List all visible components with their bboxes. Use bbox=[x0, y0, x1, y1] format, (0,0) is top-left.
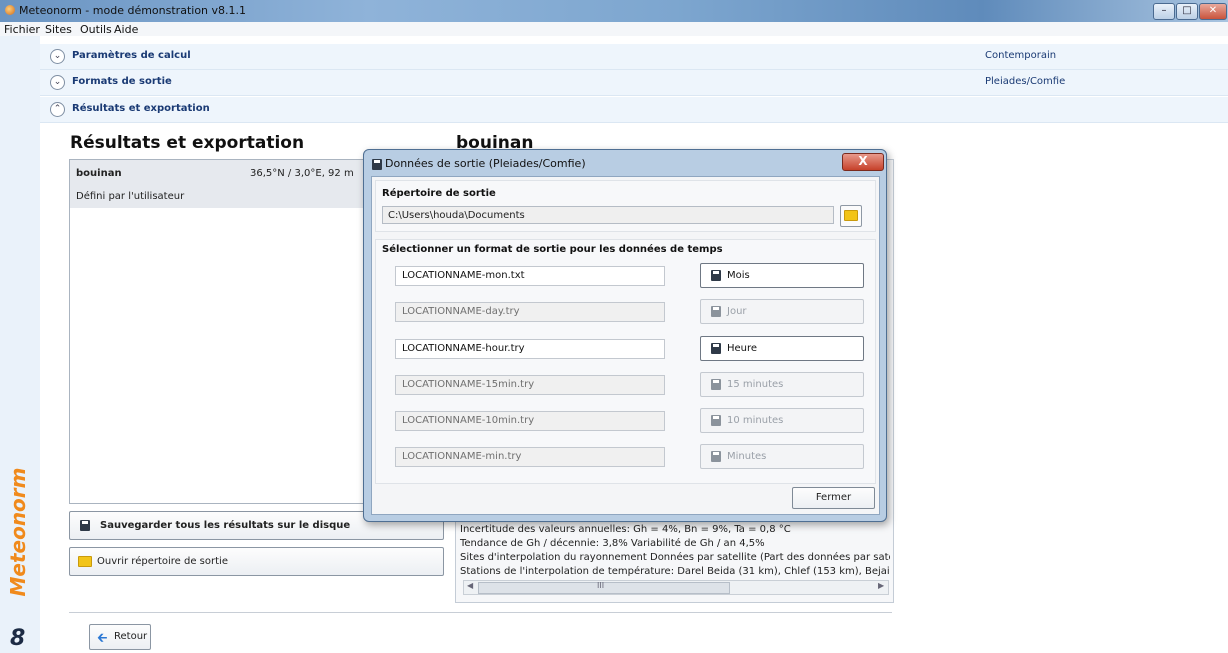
format-label: Sélectionner un format de sortie pour le… bbox=[382, 244, 723, 255]
brand-name: Meteonorm bbox=[6, 467, 30, 597]
window-title: Meteonorm - mode démonstration v8.1.1 bbox=[19, 4, 247, 17]
site-type: Défini par l'utilisateur bbox=[76, 191, 185, 202]
chevron-up-icon[interactable]: ⌃ bbox=[50, 102, 65, 117]
back-button[interactable]: 🡰 Retour bbox=[89, 624, 151, 650]
dialog-title: Données de sortie (Pleiades/Comfie) bbox=[385, 157, 586, 170]
expander-label: Formats de sortie bbox=[72, 76, 172, 87]
menu-bar: Fichier Sites Outils Aide bbox=[0, 22, 1228, 36]
results-heading: Résultats et exportation bbox=[70, 133, 305, 153]
app-icon bbox=[5, 5, 15, 15]
filename-field-15min[interactable]: LOCATIONNAME-15min.try bbox=[395, 375, 665, 395]
expander-label: Résultats et exportation bbox=[72, 103, 210, 114]
output-dir-field[interactable]: C:\Users\houda\Documents bbox=[382, 206, 834, 224]
chevron-down-icon[interactable]: ⌄ bbox=[50, 75, 65, 90]
format-button-label: Minutes bbox=[727, 451, 767, 462]
filename-field-day[interactable]: LOCATIONNAME-day.try bbox=[395, 302, 665, 322]
format-button-heure[interactable]: Heure bbox=[700, 336, 864, 361]
disk-icon bbox=[711, 415, 721, 426]
dialog-body: Répertoire de sortie C:\Users\houda\Docu… bbox=[371, 176, 880, 515]
minimize-button[interactable]: – bbox=[1153, 3, 1175, 20]
format-button-label: Jour bbox=[727, 306, 747, 317]
menu-fichier[interactable]: Fichier bbox=[4, 23, 40, 36]
fermer-button[interactable]: Fermer bbox=[792, 487, 875, 509]
format-button-label: Mois bbox=[727, 270, 750, 281]
menu-outils[interactable]: Outils bbox=[80, 23, 112, 36]
scroll-right-icon[interactable]: ▶ bbox=[878, 581, 884, 590]
disk-icon bbox=[711, 343, 721, 354]
output-dir-group: Répertoire de sortie C:\Users\houda\Docu… bbox=[375, 180, 876, 232]
scroll-grip: III bbox=[597, 581, 605, 590]
format-button-label: 10 minutes bbox=[727, 415, 784, 426]
open-output-dir-button[interactable]: Ouvrir répertoire de sortie bbox=[69, 547, 444, 576]
divider bbox=[69, 612, 892, 613]
expander-formats-sortie[interactable]: ⌄ Formats de sortie Pleiades/Comfie bbox=[40, 70, 1228, 96]
format-button-minutes[interactable]: Minutes bbox=[700, 444, 864, 469]
folder-icon bbox=[78, 556, 92, 567]
filename-field-10min[interactable]: LOCATIONNAME-10min.try bbox=[395, 411, 665, 431]
horizontal-scrollbar[interactable]: ◀ III ▶ bbox=[463, 580, 889, 595]
menu-sites[interactable]: Sites bbox=[45, 23, 72, 36]
info-line: Sites d'interpolation du rayonnement Don… bbox=[460, 552, 890, 563]
window-close-button[interactable]: ✕ bbox=[1199, 3, 1227, 20]
output-dialog: Données de sortie (Pleiades/Comfie) X Ré… bbox=[363, 149, 887, 522]
info-line: Stations de l'interpolation de températu… bbox=[460, 566, 890, 577]
expander-value: Pleiades/Comfie bbox=[985, 76, 1066, 87]
format-button-mois[interactable]: Mois bbox=[700, 263, 864, 288]
filename-field-hour[interactable]: LOCATIONNAME-hour.try bbox=[395, 339, 665, 359]
expander-parametres-calcul[interactable]: ⌄ Paramètres de calcul Contemporain bbox=[40, 44, 1228, 70]
format-group: Sélectionner un format de sortie pour le… bbox=[375, 239, 876, 484]
menu-aide[interactable]: Aide bbox=[114, 23, 138, 36]
site-name: bouinan bbox=[76, 168, 122, 179]
disk-icon bbox=[80, 520, 90, 531]
format-button-jour[interactable]: Jour bbox=[700, 299, 864, 324]
save-all-label: Sauvegarder tous les résultats sur le di… bbox=[100, 520, 351, 531]
site-coordinates: 36,5°N / 3,0°E, 92 m bbox=[250, 168, 354, 179]
arrow-left-icon: 🡰 bbox=[97, 631, 108, 646]
chevron-down-icon[interactable]: ⌄ bbox=[50, 49, 65, 64]
format-button-label: 15 minutes bbox=[727, 379, 784, 390]
info-line: Tendance de Gh / décennie: 3,8% Variabil… bbox=[460, 538, 765, 549]
disk-icon bbox=[711, 270, 721, 281]
folder-icon bbox=[844, 210, 858, 221]
expander-value: Contemporain bbox=[985, 50, 1057, 61]
format-button-label: Heure bbox=[727, 343, 758, 354]
dialog-close-button[interactable]: X bbox=[842, 153, 884, 171]
expander-resultats-exportation[interactable]: ⌃ Résultats et exportation bbox=[40, 97, 1228, 123]
format-button-15min[interactable]: 15 minutes bbox=[700, 372, 864, 397]
scroll-left-icon[interactable]: ◀ bbox=[467, 581, 473, 590]
filename-field-mon[interactable]: LOCATIONNAME-mon.txt bbox=[395, 266, 665, 286]
scroll-thumb[interactable]: III bbox=[478, 581, 730, 594]
open-dir-label: Ouvrir répertoire de sortie bbox=[97, 556, 228, 567]
expander-label: Paramètres de calcul bbox=[72, 50, 191, 61]
browse-folder-button[interactable] bbox=[840, 205, 862, 227]
format-button-10min[interactable]: 10 minutes bbox=[700, 408, 864, 433]
output-dir-label: Répertoire de sortie bbox=[382, 188, 496, 199]
disk-icon bbox=[711, 306, 721, 317]
info-line: Incertitude des valeurs annuelles: Gh = … bbox=[460, 524, 791, 535]
disk-icon bbox=[372, 159, 382, 170]
back-label: Retour bbox=[114, 631, 148, 642]
disk-icon bbox=[711, 451, 721, 462]
window-title-bar: Meteonorm - mode démonstration v8.1.1 – … bbox=[0, 0, 1228, 22]
maximize-button[interactable]: □ bbox=[1176, 3, 1198, 20]
brand-version: 8 bbox=[10, 626, 26, 651]
disk-icon bbox=[711, 379, 721, 390]
filename-field-min[interactable]: LOCATIONNAME-min.try bbox=[395, 447, 665, 467]
